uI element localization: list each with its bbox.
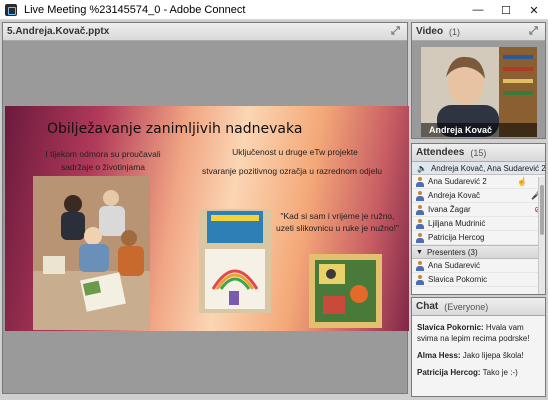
- chat-scope: (Everyone): [444, 301, 489, 312]
- slide-quote: "Kad si sam i vrijeme je ružno, uzeti sl…: [275, 211, 400, 233]
- scrollbar-thumb[interactable]: [540, 185, 544, 235]
- webcam-participant-name: Andreja Kovač: [421, 123, 537, 137]
- chat-message: Slavica Pokornic: Hvala vam svima na lep…: [417, 322, 540, 344]
- attendees-pod-header: Attendees (15): [412, 144, 545, 162]
- attendee-row[interactable]: Andreja Kovač 🎤: [412, 189, 545, 203]
- presenters-label: Presenters (3): [426, 247, 478, 257]
- attendee-row[interactable]: Slavica Pokornic: [412, 273, 545, 287]
- attendee-row[interactable]: Ana Sudarević: [412, 259, 545, 273]
- expand-icon[interactable]: ⤢: [529, 26, 540, 37]
- attendee-name: Andreja Kovač: [428, 191, 481, 200]
- video-pod-count: (1): [449, 26, 461, 37]
- chat-pod: Chat (Everyone) Slavica Pokornic: Hvala …: [411, 297, 546, 397]
- active-speakers: 🔈 Andreja Kovač, Ana Sudarević 2: [412, 162, 545, 175]
- window-titlebar: Live Meeting %23145574_0 - Adobe Connect…: [0, 0, 548, 20]
- attendees-count: (15): [470, 147, 487, 158]
- attendee-name: Slavica Pokornic: [428, 275, 488, 284]
- user-icon: [416, 204, 424, 215]
- attendee-name: Ana Sudarević 2: [428, 177, 487, 186]
- chat-messages: Slavica Pokornic: Hvala vam svima na lep…: [412, 316, 545, 390]
- share-pod-header: 5.Andreja.Kovač.pptx ⤢: [3, 23, 407, 41]
- chat-message: Patricija Hercog: Tako je :-): [417, 367, 540, 378]
- window-controls: — ☐ ✕: [464, 0, 548, 20]
- collapse-triangle-icon: ▼: [416, 248, 423, 256]
- picture-book-photo: [309, 254, 382, 328]
- presentation-slide: Obilježavanje zanimljivih nadnevaka I ti…: [5, 106, 409, 331]
- close-button[interactable]: ✕: [520, 0, 548, 20]
- user-icon: [416, 176, 424, 187]
- attendee-name: Ana Sudarević: [428, 261, 481, 270]
- speaker-icon: 🔈: [417, 163, 427, 173]
- chat-text: Tako je :-): [480, 368, 518, 377]
- video-pod-title: Video: [416, 26, 444, 37]
- webcam-feed: Andreja Kovač: [421, 47, 537, 137]
- chat-pod-header: Chat (Everyone): [412, 298, 545, 316]
- window-title: Live Meeting %23145574_0 - Adobe Connect: [24, 3, 246, 16]
- drawing-photo: [199, 209, 271, 313]
- attendee-name: Ljiljana Mudrinić: [428, 219, 486, 228]
- share-pod: 5.Andreja.Kovač.pptx ⤢ Obilježavanje zan…: [2, 22, 409, 394]
- chat-sender: Slavica Pokornic:: [417, 323, 484, 332]
- attendee-name: Patricija Hercog: [428, 233, 485, 242]
- attendees-scrollbar[interactable]: [538, 177, 545, 294]
- user-icon: [416, 260, 424, 271]
- expand-icon[interactable]: ⤢: [391, 26, 402, 37]
- video-pod: Video (1) ⤢ Andreja Kovač: [411, 22, 546, 139]
- chat-sender: Patricija Hercog:: [417, 368, 481, 377]
- adobe-connect-icon: [5, 3, 17, 16]
- attendee-row[interactable]: Ivana Žagar ⊘: [412, 203, 545, 217]
- user-icon: [416, 218, 424, 229]
- slide-left-text: I tijekom odmora su proučavali sadržaje …: [45, 149, 161, 172]
- video-pod-header: Video (1) ⤢: [412, 23, 545, 41]
- user-icon: [416, 274, 424, 285]
- attendees-pod: Attendees (15) 🔈 Andreja Kovač, Ana Suda…: [411, 143, 546, 295]
- attendee-name: Ivana Žagar: [428, 205, 471, 214]
- attendees-pod-title: Attendees: [416, 147, 465, 158]
- chat-text: Jako lijepa škola!: [460, 351, 524, 360]
- user-icon: [416, 190, 424, 201]
- minimize-button[interactable]: —: [464, 0, 492, 20]
- share-pod-title: 5.Andreja.Kovač.pptx: [7, 26, 110, 37]
- children-reading-photo: [33, 176, 150, 330]
- chat-pod-title: Chat: [416, 301, 439, 312]
- maximize-button[interactable]: ☐: [492, 0, 520, 20]
- active-speakers-label: Andreja Kovač, Ana Sudarević 2: [430, 163, 545, 173]
- status-icon: ☝: [517, 177, 527, 186]
- attendee-row[interactable]: Ana Sudarević 2 ☝: [412, 175, 545, 189]
- attendee-row[interactable]: Patricija Hercog: [412, 231, 545, 245]
- user-icon: [416, 232, 424, 243]
- attendee-row[interactable]: Ljiljana Mudrinić: [412, 217, 545, 231]
- slide-middle-text-2: stvaranje pozitivnog ozračja u razrednom…: [201, 166, 382, 176]
- slide-title: Obilježavanje zanimljivih nadnevaka: [47, 121, 303, 137]
- presenters-section-header[interactable]: ▼ Presenters (3): [412, 245, 545, 259]
- chat-sender: Alma Hess:: [417, 351, 461, 360]
- chat-message: Alma Hess: Jako lijepa škola!: [417, 350, 540, 361]
- slide-middle-text: Uključenost u druge eTw projekte: [232, 147, 358, 157]
